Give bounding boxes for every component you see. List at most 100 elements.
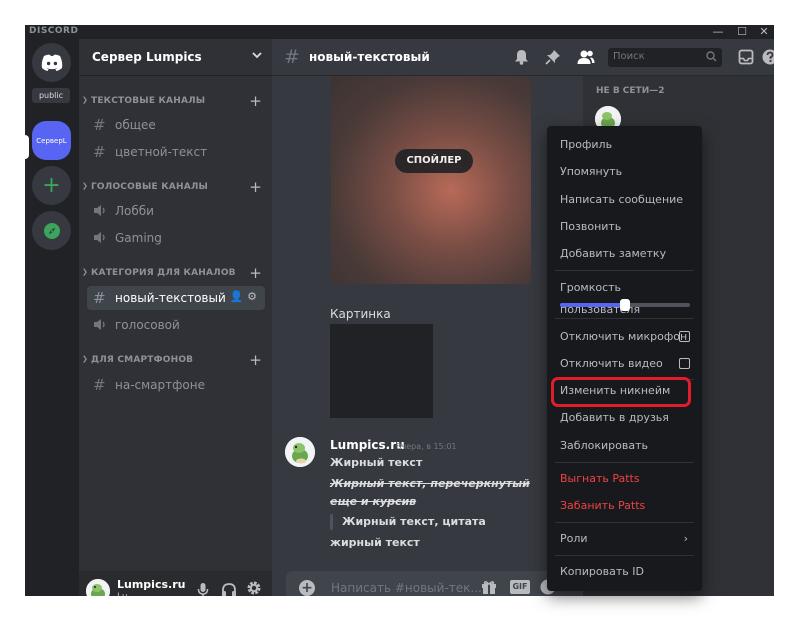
- speaker-icon: [93, 318, 107, 331]
- message-line-last: жирный текст: [330, 536, 420, 549]
- chevron-down-icon: [252, 51, 262, 59]
- add-channel-icon[interactable]: +: [249, 178, 262, 196]
- pin-icon[interactable]: [545, 49, 561, 65]
- hash-icon: #: [93, 116, 106, 134]
- channel-item-tsvetnoy-tekst[interactable]: # цветной-текст: [87, 140, 265, 164]
- add-channel-icon[interactable]: +: [249, 264, 262, 282]
- public-label[interactable]: public: [32, 88, 70, 103]
- microphone-icon[interactable]: [197, 582, 209, 596]
- volume-slider-handle[interactable]: [620, 299, 630, 311]
- member-list-icon[interactable]: [577, 49, 595, 65]
- speaker-icon: [93, 231, 107, 244]
- disable-video-checkbox[interactable]: [679, 358, 690, 369]
- gear-icon[interactable]: ⚙: [247, 290, 257, 303]
- channel-title: новый-текстовый: [309, 50, 430, 64]
- home-button[interactable]: [32, 43, 71, 82]
- inbox-icon[interactable]: [738, 49, 754, 65]
- message-timestamp: Вчера, в 15:01: [396, 442, 457, 451]
- chevron-right-icon: ›: [683, 532, 688, 545]
- menu-separator: [555, 555, 694, 556]
- server-icon-lumpics[interactable]: СерверL: [32, 121, 71, 160]
- threads-hash-icon: #: [284, 46, 300, 68]
- collapse-arrow-icon: ❯: [82, 268, 89, 276]
- menu-item-call[interactable]: Позвонить: [555, 216, 694, 238]
- add-channel-icon[interactable]: +: [249, 351, 262, 369]
- user-panel: Lumpics.ru Lu: [79, 571, 272, 596]
- menu-item-disable-video[interactable]: Отключить видео: [555, 353, 694, 375]
- maximize-button[interactable]: ☐: [732, 25, 752, 39]
- menu-item-add-friend[interactable]: Добавить в друзья: [555, 407, 694, 429]
- user-settings-gear-icon[interactable]: [246, 580, 262, 596]
- menu-item-mention[interactable]: Упомянуть: [555, 161, 694, 183]
- spoiler-badge[interactable]: СПОЙЛЕР: [395, 149, 473, 173]
- menu-separator: [555, 270, 694, 271]
- user-name: Lumpics.ru: [117, 578, 186, 591]
- volume-slider[interactable]: [560, 299, 690, 311]
- menu-item-copy-id[interactable]: Копировать ID: [555, 561, 694, 583]
- menu-item-user-volume: Громкость пользователя: [560, 281, 641, 316]
- menu-item-message[interactable]: Написать сообщение: [555, 189, 694, 211]
- message-line-strike: Жирный текст, перечеркнутый: [330, 477, 530, 490]
- minimize-button[interactable]: —: [708, 25, 728, 39]
- category-text-channels[interactable]: ❯ ТЕКСТОВЫЕ КАНАЛЫ +: [79, 92, 272, 110]
- category-for-smartphones[interactable]: ❯ ДЛЯ СМАРТФОНОВ +: [79, 351, 272, 369]
- channel-item-gaming[interactable]: Gaming: [87, 226, 265, 250]
- menu-separator: [555, 462, 694, 463]
- message-line-strike-italic: еще и курсив: [330, 495, 417, 508]
- compass-icon: [43, 222, 61, 240]
- menu-separator: [555, 318, 694, 319]
- server-name: Сервер Lumpics: [92, 50, 202, 64]
- user-context-menu: Профиль Упомянуть Написать сообщение Поз…: [547, 126, 702, 591]
- hash-icon: #: [93, 376, 106, 394]
- highlight-annotation: [551, 377, 691, 407]
- volume-slider-fill: [560, 303, 625, 307]
- close-button[interactable]: ✕: [754, 25, 774, 39]
- app-brand: DISCORD: [29, 26, 79, 36]
- mute-mic-checkbox[interactable]: [679, 331, 690, 342]
- menu-item-roles[interactable]: Роли ›: [555, 528, 694, 550]
- explore-servers-button[interactable]: [32, 211, 71, 250]
- add-channel-icon[interactable]: +: [249, 92, 262, 110]
- message-line-bold: Жирный текст: [330, 456, 423, 469]
- invite-icon[interactable]: 👤: [230, 290, 244, 303]
- channel-tools: 👤 ⚙: [230, 290, 257, 303]
- channel-item-na-smartfone[interactable]: # на-смартфоне: [87, 373, 265, 397]
- image-attachment[interactable]: [330, 324, 433, 418]
- category-for-channels[interactable]: ❯ КАТЕГОРИЯ ДЛЯ КАНАЛОВ +: [79, 264, 272, 282]
- message-author[interactable]: Lumpics.ru: [330, 438, 405, 452]
- channel-item-lobby[interactable]: Лобби: [87, 199, 265, 223]
- offline-header: НЕ В СЕТИ—2: [596, 86, 665, 96]
- server-header[interactable]: Сервер Lumpics: [79, 39, 272, 76]
- quote-bar: [330, 514, 333, 530]
- bell-icon[interactable]: [514, 49, 529, 65]
- menu-item-kick[interactable]: Выгнать Patts: [555, 468, 694, 490]
- gift-icon[interactable]: [481, 579, 497, 595]
- spoiler-image[interactable]: [331, 76, 531, 284]
- message-input[interactable]: Написать #новый-тек...: [331, 581, 482, 595]
- attachment-caption: Картинка: [330, 307, 391, 321]
- chat-header: # новый-текстовый Поиск: [272, 39, 774, 76]
- hash-icon: #: [93, 289, 106, 307]
- search-icon: [706, 51, 717, 62]
- category-voice-channels[interactable]: ❯ ГОЛОСОВЫЕ КАНАЛЫ +: [79, 178, 272, 196]
- menu-item-mute-mic[interactable]: Отключить микрофон: [555, 326, 694, 348]
- channel-item-novyy-tekstovyy[interactable]: # новый-текстовый 👤 ⚙: [87, 286, 265, 310]
- help-icon[interactable]: [762, 49, 774, 65]
- menu-item-add-note[interactable]: Добавить заметку: [555, 243, 694, 265]
- menu-item-block[interactable]: Заблокировать: [555, 435, 694, 457]
- search-input[interactable]: Поиск: [608, 48, 722, 67]
- channel-item-golosovoy[interactable]: голосовой: [87, 313, 265, 337]
- gif-button[interactable]: GIF: [510, 580, 530, 594]
- menu-item-profile[interactable]: Профиль: [555, 134, 694, 156]
- channel-item-obshchee[interactable]: # общее: [87, 113, 265, 137]
- avatar[interactable]: [86, 579, 110, 596]
- message-avatar[interactable]: [285, 437, 315, 467]
- collapse-arrow-icon: ❯: [82, 96, 89, 104]
- upload-plus-icon[interactable]: +: [299, 580, 315, 596]
- message-line-quote: Жирный текст, цитата: [342, 515, 486, 528]
- add-server-button[interactable]: +: [32, 166, 71, 205]
- headphones-icon[interactable]: [221, 582, 237, 596]
- menu-item-ban[interactable]: Забанить Patts: [555, 495, 694, 517]
- discord-logo-icon: [41, 54, 63, 71]
- collapse-arrow-icon: ❯: [82, 355, 89, 363]
